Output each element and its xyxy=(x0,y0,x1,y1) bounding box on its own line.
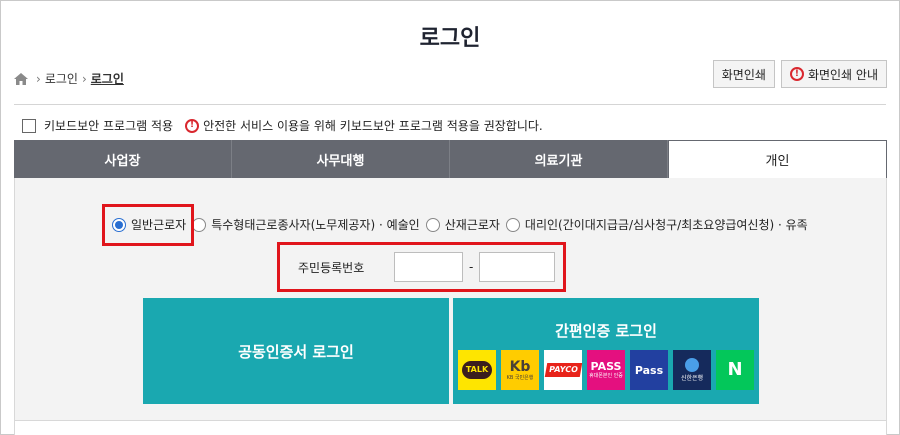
shinhan-logo-sub: 신한은행 xyxy=(680,375,704,382)
tab-agency[interactable]: 사무대행 xyxy=(232,140,450,178)
payco-logo-icon[interactable]: PAYCO xyxy=(544,350,582,390)
radio-button[interactable] xyxy=(505,217,520,232)
payco-logo-text: PAYCO xyxy=(544,363,582,377)
kb-logo-sub: KB 국민은행 xyxy=(506,374,534,381)
breadcrumb-current[interactable]: 로그인 xyxy=(91,70,124,87)
print-guide-label: 화면인쇄 안내 xyxy=(807,67,878,82)
keyboard-security-notice: ! 안전한 서비스 이용을 위해 키보드보안 프로그램 적용을 권장합니다. xyxy=(185,117,543,134)
radio-injured-worker[interactable]: 산재근로자 xyxy=(425,216,500,233)
kb-logo-text: Kb xyxy=(509,358,531,375)
tab-business[interactable]: 사업장 xyxy=(14,140,232,178)
chevron-right-icon: › xyxy=(81,71,87,86)
pass-logo-text: PASS xyxy=(590,360,622,373)
kb-bank-logo-icon[interactable]: Kb KB 국민은행 xyxy=(501,350,539,390)
divider xyxy=(14,104,886,105)
home-icon[interactable] xyxy=(14,72,28,85)
highlight-box-rrn xyxy=(277,242,566,292)
certificate-login-label: 공동인증서 로그인 xyxy=(238,342,354,361)
keyboard-security-checkbox[interactable] xyxy=(22,118,36,133)
shinhan-mark-icon xyxy=(685,358,699,372)
chevron-right-icon: › xyxy=(36,71,41,86)
keyboard-security-row: 키보드보안 프로그램 적용 ! 안전한 서비스 이용을 위해 키보드보안 프로그… xyxy=(22,117,543,134)
bottom-section xyxy=(14,420,887,435)
pass-app-logo-text: Pass xyxy=(634,363,664,377)
radio-button[interactable] xyxy=(425,217,440,232)
radio-special-worker[interactable]: 특수형태근로종사자(노무제공자) · 예술인 xyxy=(192,216,420,233)
radio-label: 대리인(간이대지급금/심사청구/최초요양급여신청) · 유족 xyxy=(524,218,808,232)
pass-app-logo-icon[interactable]: Pass xyxy=(630,350,668,390)
keyboard-security-label: 키보드보안 프로그램 적용 xyxy=(44,119,174,133)
certificate-login-button[interactable]: 공동인증서 로그인 xyxy=(143,298,449,404)
highlight-box-radio xyxy=(102,204,194,246)
simple-auth-logos: TALK Kb KB 국민은행 PAYCO PASS 휴대폰본인 인증 Pass… xyxy=(458,350,754,390)
print-button[interactable]: 화면인쇄 xyxy=(712,60,775,88)
radio-representative[interactable]: 대리인(간이대지급금/심사청구/최초요양급여신청) · 유족 xyxy=(505,216,808,233)
naver-logo-icon[interactable]: N xyxy=(716,350,754,390)
kakao-logo-text: TALK xyxy=(461,361,493,379)
radio-label: 산재근로자 xyxy=(444,218,500,232)
radio-button[interactable] xyxy=(192,217,207,232)
login-type-tabs: 사업장 사무대행 의료기관 개인 xyxy=(14,140,887,178)
breadcrumb: › 로그인 › 로그인 xyxy=(14,70,124,87)
user-type-radio-group: 일반근로자 특수형태근로종사자(노무제공자) · 예술인 산재근로자 대리인(간… xyxy=(112,216,814,233)
breadcrumb-item[interactable]: 로그인 xyxy=(45,70,78,87)
print-button-label: 화면인쇄 xyxy=(721,67,766,82)
pass-logo-icon[interactable]: PASS 휴대폰본인 인증 xyxy=(587,350,625,390)
pass-logo-sub: 휴대폰본인 인증 xyxy=(589,373,623,379)
radio-label: 특수형태근로종사자(노무제공자) · 예술인 xyxy=(211,218,420,232)
tab-individual[interactable]: 개인 xyxy=(668,140,887,178)
notice-text: 안전한 서비스 이용을 위해 키보드보안 프로그램 적용을 권장합니다. xyxy=(203,119,543,133)
print-guide-button[interactable]: ! 화면인쇄 안내 xyxy=(780,60,887,88)
simple-auth-login-label: 간편인증 로그인 xyxy=(555,322,657,340)
simple-auth-login-button[interactable]: 간편인증 로그인 TALK Kb KB 국민은행 PAYCO PASS 휴대폰본… xyxy=(453,298,759,404)
alert-icon: ! xyxy=(185,118,200,133)
page-title: 로그인 xyxy=(419,26,481,51)
tab-medical[interactable]: 의료기관 xyxy=(450,140,668,178)
kakao-logo-icon[interactable]: TALK xyxy=(458,350,496,390)
naver-logo-text: N xyxy=(727,359,743,380)
shinhan-bank-logo-icon[interactable]: 신한은행 xyxy=(673,350,711,390)
alert-icon: ! xyxy=(789,67,804,81)
